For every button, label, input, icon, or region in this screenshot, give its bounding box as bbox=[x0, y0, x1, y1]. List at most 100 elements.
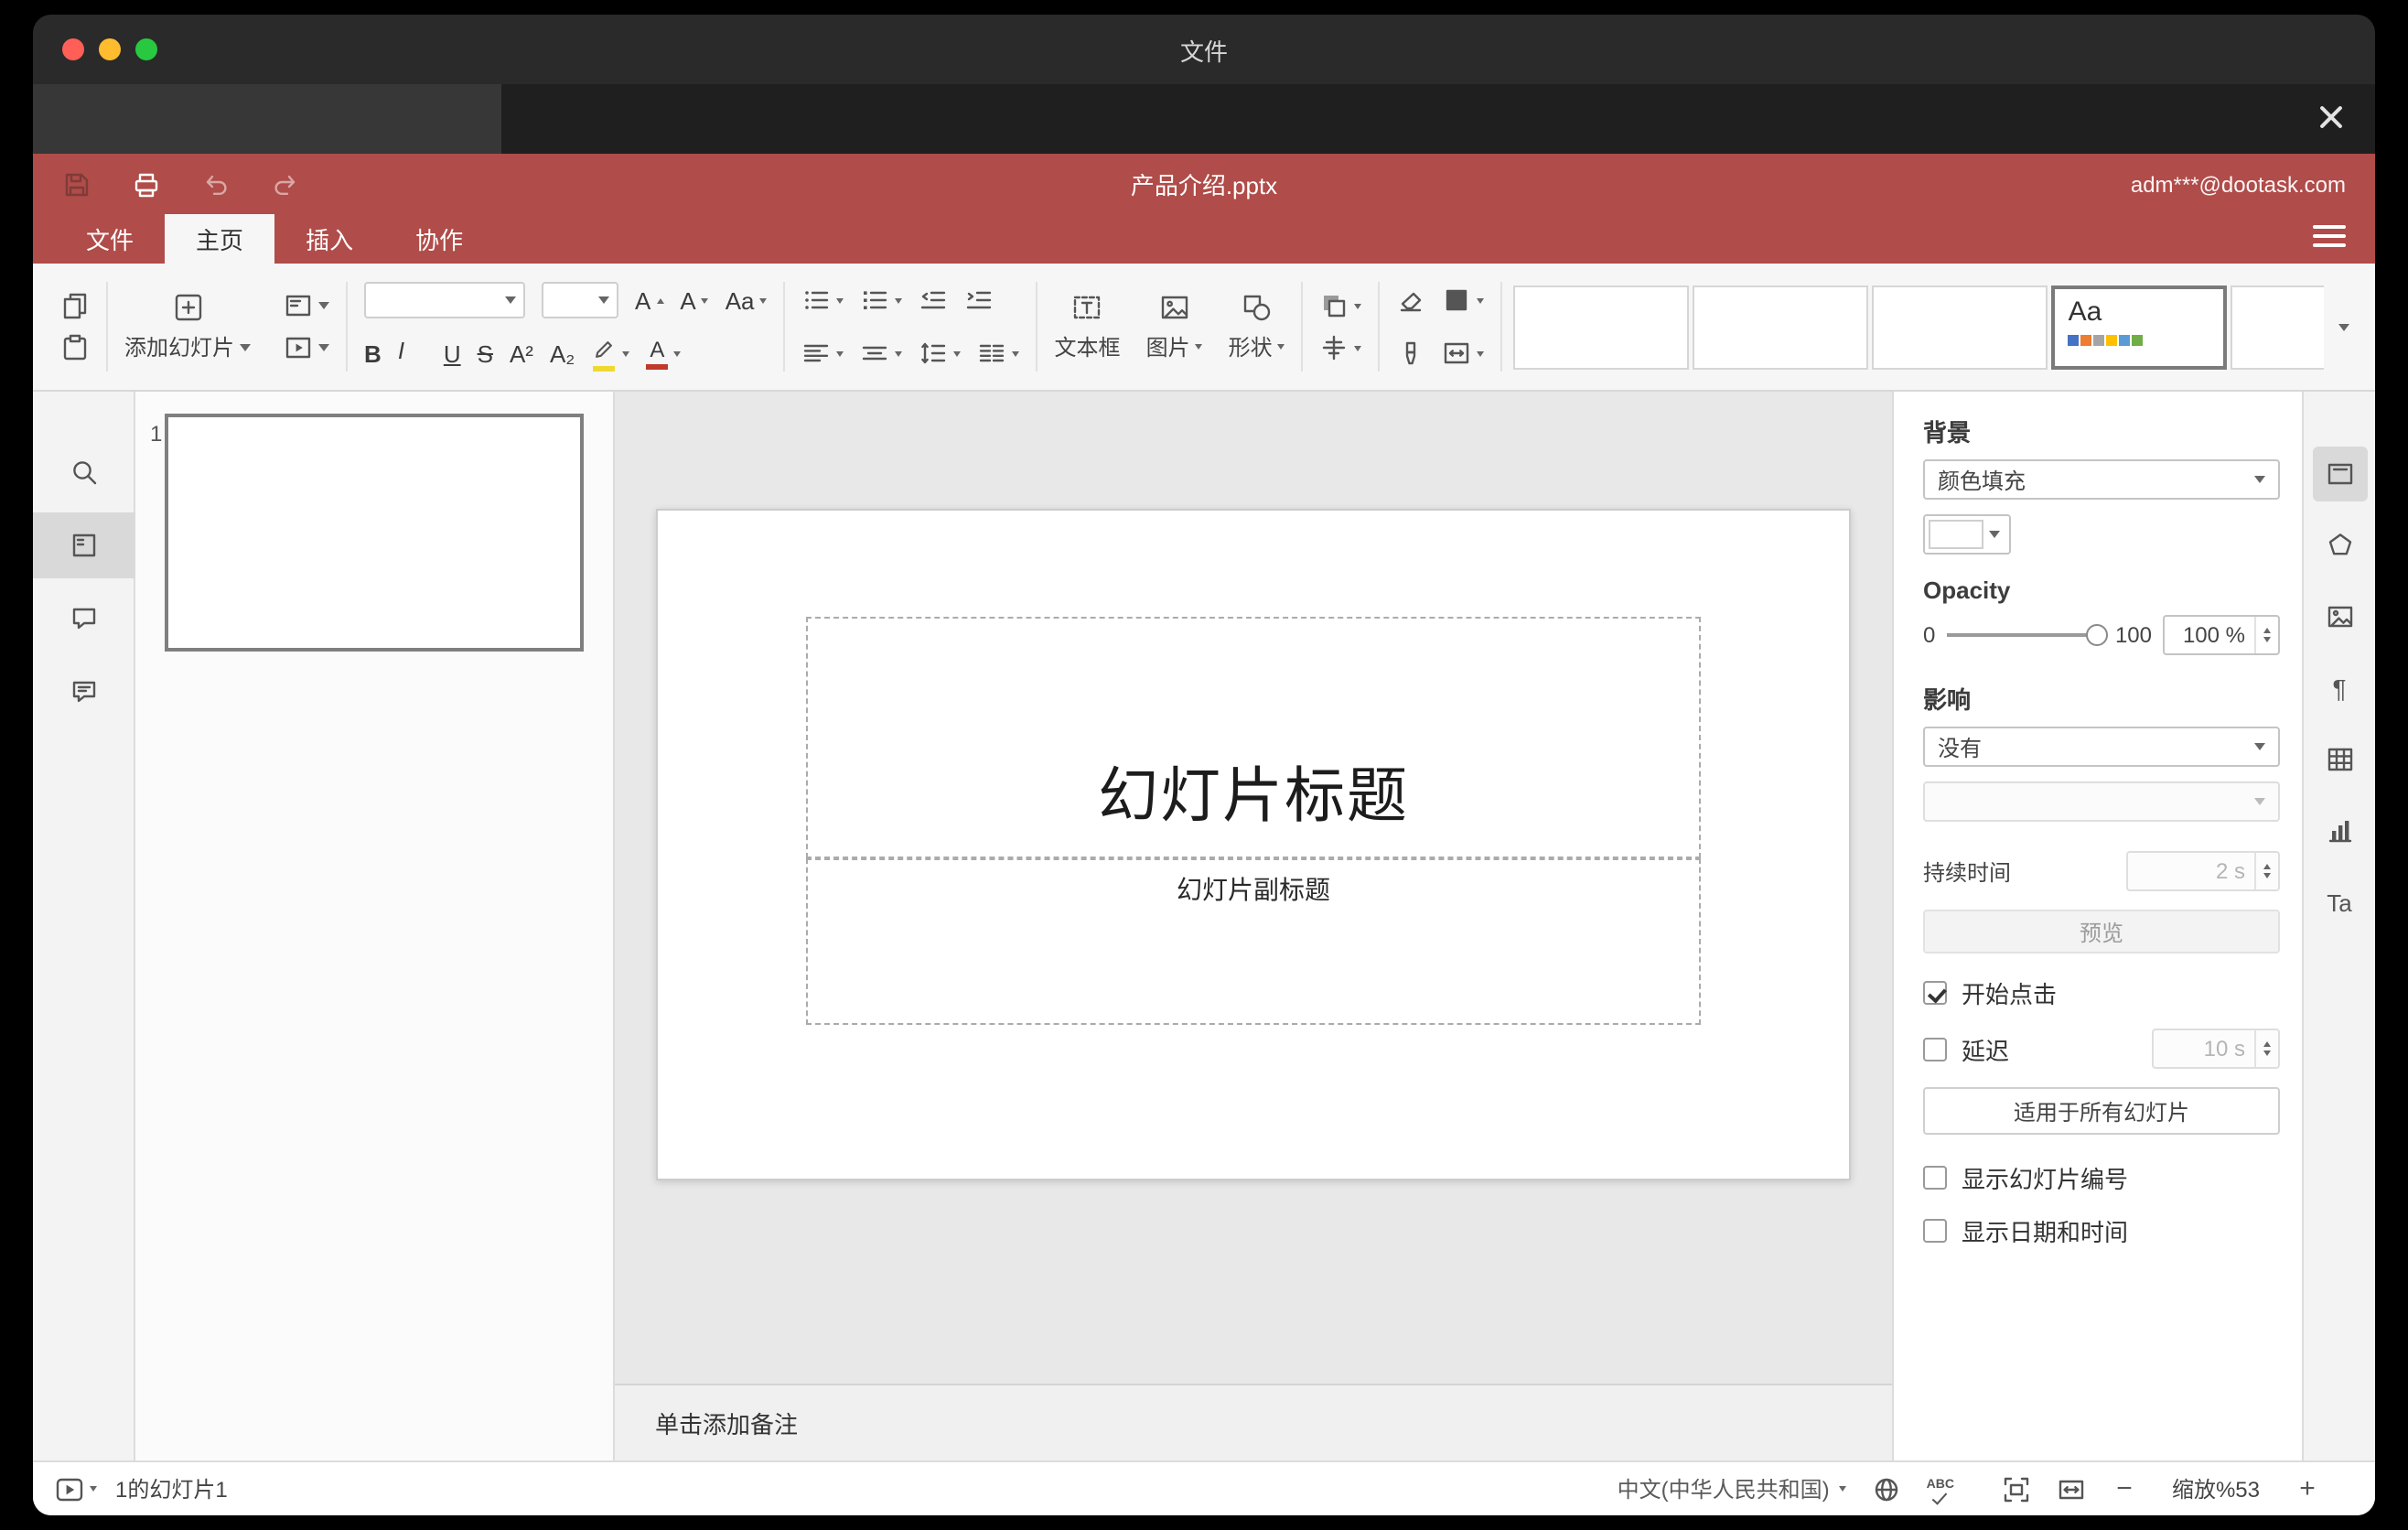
show-date-time-label: 显示日期和时间 bbox=[1962, 1219, 2129, 1246]
set-language-icon[interactable] bbox=[1872, 1474, 1901, 1503]
tab-home[interactable]: 主页 bbox=[165, 214, 275, 264]
close-traffic-button[interactable] bbox=[62, 38, 84, 60]
opacity-spinbox[interactable]: 100 % bbox=[2163, 615, 2280, 655]
theme-tile[interactable] bbox=[1513, 285, 1690, 369]
feedback-button[interactable] bbox=[33, 659, 134, 725]
theme-tile[interactable] bbox=[1872, 285, 2048, 369]
copy-button[interactable] bbox=[60, 291, 90, 320]
chart-settings-button[interactable] bbox=[2312, 803, 2367, 858]
increase-font-button[interactable]: A bbox=[635, 288, 664, 312]
insert-shape-button[interactable]: 形状 bbox=[1229, 291, 1285, 362]
tab-collaboration[interactable]: 协作 bbox=[384, 214, 494, 264]
slide-size-button[interactable] bbox=[1443, 339, 1485, 368]
strikeout-button[interactable]: S bbox=[478, 341, 493, 365]
comments-button[interactable] bbox=[33, 586, 134, 652]
preview-button[interactable]: 预览 bbox=[1923, 910, 2280, 954]
bullets-button[interactable] bbox=[802, 286, 844, 315]
slide-thumbnail[interactable] bbox=[165, 414, 584, 652]
print-button[interactable] bbox=[132, 169, 161, 199]
slide[interactable]: 幻灯片标题 幻灯片副标题 bbox=[656, 509, 1851, 1180]
delay-checkbox[interactable] bbox=[1923, 1037, 1947, 1061]
line-spacing-button[interactable] bbox=[919, 339, 962, 368]
slide-settings-button[interactable] bbox=[2312, 447, 2367, 501]
fill-color-select[interactable] bbox=[1923, 514, 2011, 555]
align-shape-button[interactable] bbox=[1320, 333, 1362, 362]
insert-textbox-button[interactable]: 文本框 bbox=[1055, 291, 1121, 362]
opacity-slider-knob[interactable] bbox=[2085, 624, 2108, 646]
horizontal-align-button[interactable] bbox=[802, 339, 844, 368]
zoom-out-button[interactable]: − bbox=[2112, 1473, 2137, 1504]
zoom-in-button[interactable]: + bbox=[2295, 1473, 2320, 1504]
vertical-align-button[interactable] bbox=[861, 339, 903, 368]
tab-file[interactable]: 文件 bbox=[55, 214, 165, 264]
copy-style-button[interactable] bbox=[1397, 339, 1426, 368]
add-slide-button[interactable]: 添加幻灯片 bbox=[124, 291, 252, 362]
undo-button[interactable] bbox=[201, 169, 231, 199]
ribbon-tabs: 文件 主页 插入 协作 bbox=[33, 214, 2375, 264]
spell-check-icon[interactable]: ABC bbox=[1927, 1478, 1954, 1504]
table-settings-button[interactable] bbox=[2312, 732, 2367, 787]
show-slide-number-checkbox[interactable] bbox=[1923, 1166, 1947, 1190]
apply-to-all-slides-button[interactable]: 适用于所有幻灯片 bbox=[1923, 1087, 2280, 1135]
shape-fill-button[interactable] bbox=[1443, 286, 1485, 315]
opacity-slider[interactable] bbox=[1946, 624, 2108, 646]
effect-select[interactable]: 没有 bbox=[1923, 727, 2280, 767]
search-button[interactable] bbox=[33, 439, 134, 505]
theme-tile[interactable] bbox=[2231, 285, 2324, 369]
start-slideshow-button[interactable] bbox=[284, 333, 330, 362]
fit-width-button[interactable] bbox=[2057, 1474, 2086, 1503]
arrange-shape-button[interactable] bbox=[1320, 291, 1362, 320]
fill-type-select[interactable]: 颜色填充 bbox=[1923, 459, 2280, 500]
slides-panel-button[interactable] bbox=[33, 512, 134, 578]
font-name-combobox[interactable] bbox=[364, 282, 526, 318]
document-title: 产品介绍.pptx bbox=[1130, 172, 1278, 199]
highlight-color-button[interactable] bbox=[591, 336, 630, 371]
underline-button[interactable]: U bbox=[444, 341, 461, 365]
menu-icon[interactable] bbox=[2313, 225, 2346, 247]
text-art-settings-button[interactable]: Ta bbox=[2312, 875, 2367, 930]
language-select[interactable]: 中文(中华人民共和国) bbox=[1618, 1473, 1846, 1504]
font-size-combobox[interactable] bbox=[542, 282, 619, 318]
slide-title-text: 幻灯片标题 bbox=[1098, 760, 1409, 829]
zoom-traffic-button[interactable] bbox=[135, 38, 157, 60]
font-color-button[interactable]: A bbox=[646, 338, 682, 369]
notes-area[interactable]: 单击添加备注 bbox=[615, 1384, 1892, 1460]
subtitle-placeholder[interactable]: 幻灯片副标题 bbox=[806, 857, 1701, 1026]
subscript-button[interactable]: A₂ bbox=[550, 341, 575, 365]
theme-tile-selected[interactable]: Aa bbox=[2051, 285, 2228, 369]
tab-insert[interactable]: 插入 bbox=[274, 214, 384, 264]
paragraph-settings-button[interactable]: ¶ bbox=[2312, 661, 2367, 716]
clear-style-button[interactable] bbox=[1397, 286, 1426, 315]
bold-button[interactable]: B bbox=[364, 341, 382, 365]
italic-button[interactable]: I bbox=[398, 339, 427, 368]
decrease-indent-button[interactable] bbox=[919, 286, 949, 315]
fit-slide-button[interactable] bbox=[2002, 1474, 2031, 1503]
change-case-button[interactable]: Aa bbox=[726, 288, 768, 312]
save-button[interactable] bbox=[62, 169, 91, 199]
increase-indent-button[interactable] bbox=[965, 286, 994, 315]
start-slideshow-status-button[interactable] bbox=[55, 1474, 97, 1503]
opacity-max-label: 100 bbox=[2114, 622, 2152, 648]
background-remnant bbox=[33, 84, 501, 154]
image-settings-button[interactable] bbox=[2312, 589, 2367, 644]
columns-button[interactable] bbox=[978, 339, 1020, 368]
theme-gallery-expand-button[interactable] bbox=[2324, 323, 2364, 330]
close-icon[interactable] bbox=[2317, 102, 2346, 132]
slide-layout-button[interactable] bbox=[284, 291, 330, 320]
title-placeholder[interactable]: 幻灯片标题 bbox=[806, 617, 1701, 858]
minimize-traffic-button[interactable] bbox=[99, 38, 121, 60]
superscript-button[interactable]: A² bbox=[510, 341, 533, 365]
show-date-time-checkbox[interactable] bbox=[1923, 1219, 1947, 1243]
slide-tools-group bbox=[267, 291, 346, 362]
redo-button[interactable] bbox=[271, 169, 300, 199]
start-on-click-checkbox[interactable] bbox=[1923, 981, 1947, 1005]
theme-tile[interactable] bbox=[1693, 285, 1869, 369]
insert-textbox-label: 文本框 bbox=[1054, 335, 1121, 361]
fill-type-value: 颜色填充 bbox=[1938, 468, 2026, 493]
shape-settings-button[interactable] bbox=[2312, 518, 2367, 573]
numbering-button[interactable] bbox=[861, 286, 903, 315]
insert-image-button[interactable]: 图片 bbox=[1146, 291, 1203, 362]
paste-button[interactable] bbox=[60, 333, 90, 362]
decrease-font-button[interactable]: A bbox=[680, 288, 709, 312]
start-on-click-row: 开始点击 bbox=[1923, 975, 2280, 1010]
